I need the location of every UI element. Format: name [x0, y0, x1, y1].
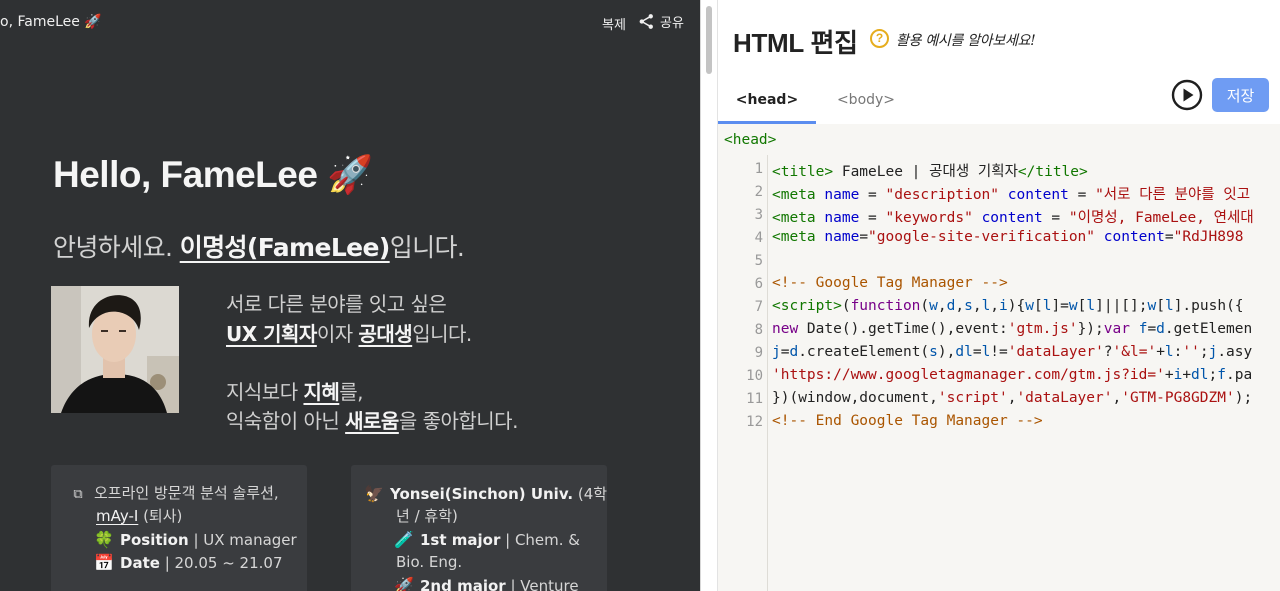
line-number-gutter: 1 2 3 4 5 6 7 8 9 10 11 12 [718, 155, 768, 591]
card-row: 년 / 휴학) [396, 507, 458, 525]
intro-wisdom: 지혜 [303, 380, 340, 404]
major2-value: | Venture [505, 577, 579, 591]
rocket-icon: 🚀 [394, 576, 414, 591]
code-line-1: <title> FameLee | 공대생 기획자</title> [772, 164, 1088, 180]
code-line-4: <meta name="google-site-verification" co… [772, 229, 1244, 245]
line-number: 5 [754, 253, 763, 269]
code-line-8: new Date().getTime(),event:'gtm.js'});va… [772, 321, 1253, 337]
card-row: ⧉ 오프라인 방문객 분석 솔루션, [68, 482, 279, 506]
test-tube-icon: 🧪 [394, 530, 414, 549]
line-number: 7 [754, 299, 763, 315]
code-line-7: <script>(function(w,d,s,l,i){w[l]=w[l]||… [772, 298, 1244, 314]
line-number: 3 [754, 207, 763, 223]
profile-photo [51, 286, 179, 413]
share-label: 공유 [660, 16, 684, 31]
share-icon [639, 14, 653, 29]
line-number: 4 [754, 230, 763, 246]
eagle-icon: 🦅 [364, 484, 384, 503]
card-row: 🚀 2nd major | Venture [394, 574, 579, 591]
major1-value: | Chem. & [500, 531, 581, 549]
greeting: 안녕하세요. 이명성(FameLee)입니다. [53, 228, 465, 264]
intro-ux-planner: UX 기획자 [226, 322, 317, 346]
card-row: Bio. Eng. [396, 553, 463, 571]
intro-text: 을 좋아합니다. [398, 409, 519, 433]
line-number: 8 [754, 322, 763, 338]
intro-text: 익숙함이 아닌 [226, 409, 346, 433]
greeting-prefix: 안녕하세요. [53, 233, 180, 262]
app-root: o, FameLee 🚀 복제 공유 Hello, FameLee 🚀 안녕하세… [0, 0, 1280, 591]
help-icon[interactable]: ? [870, 29, 889, 48]
intro-text: 를, [339, 380, 364, 404]
career-card: ⧉ 오프라인 방문객 분석 솔루션, mAy-I (퇴사) 🍀 Position |… [51, 465, 307, 591]
code-editor[interactable]: <head> 1 2 3 4 5 6 7 8 9 10 11 12 <title… [718, 124, 1280, 591]
line-number: 11 [746, 391, 763, 407]
line-number: 12 [746, 414, 763, 430]
scrollbar-thumb[interactable] [706, 6, 712, 74]
intro-line-2: UX 기획자이자 공대생입니다. [226, 318, 472, 347]
major1-label: 1st major [420, 531, 501, 549]
card-row: 📅 Date | 20.05 ~ 21.07 [94, 551, 283, 575]
tab-head[interactable]: <head> [718, 82, 816, 124]
preview-topbar: o, FameLee 🚀 복제 공유 [0, 0, 700, 46]
code-line-10: 'https://www.googletagmanager.com/gtm.js… [772, 367, 1253, 383]
line-number: 1 [754, 161, 763, 177]
intro-engineering-student: 공대생 [358, 322, 413, 346]
card-row: 🍀 Position | UX manager [94, 528, 297, 552]
major2-label: 2nd major [420, 577, 506, 591]
code-head-tag: <head> [724, 132, 777, 148]
date-value: | 20.05 ~ 21.07 [159, 554, 283, 572]
play-icon[interactable] [1171, 79, 1203, 111]
code-line-11: })(window,document,'script','dataLayer',… [772, 390, 1253, 406]
hero-title: Hello, FameLee 🚀 [53, 154, 373, 195]
intro-line-3: 지식보다 지혜를, [226, 376, 364, 405]
code-line-2: <meta name = "description" content = "서로… [772, 187, 1251, 203]
copy-squares-icon: ⧉ [73, 487, 83, 502]
intro-line-4: 익숙함이 아닌 새로움을 좋아합니다. [226, 405, 518, 434]
preview-scrollbar[interactable] [700, 0, 718, 591]
school-name: Yonsei(Sinchon) Univ. [390, 485, 574, 503]
company-link[interactable]: mAy-I [96, 507, 138, 525]
code-line-12: <!-- End Google Tag Manager --> [772, 413, 1043, 429]
card-row: 🦅 Yonsei(Sinchon) Univ. (4학 [364, 482, 607, 506]
card-text: 오프라인 방문객 분석 솔루션, [94, 484, 279, 502]
editor-title: HTML 편집 [733, 28, 858, 58]
intro-text: 지식보다 [226, 380, 304, 404]
share-button[interactable]: 공유 [638, 12, 684, 31]
intro-line-1: 서로 다른 분야를 잇고 싶은 [226, 292, 447, 316]
line-number: 6 [754, 276, 763, 292]
intro-text: 입니다. [412, 322, 472, 346]
html-editor-panel: HTML 편집 ? 활용 예시를 알아보세요! <head> <body> 저장… [718, 0, 1280, 591]
education-card: 🦅 Yonsei(Sinchon) Univ. (4학 년 / 휴학) 🧪 1st … [351, 465, 607, 591]
intro-text: 이자 [316, 322, 359, 346]
page-preview: o, FameLee 🚀 복제 공유 Hello, FameLee 🚀 안녕하세… [0, 0, 700, 591]
card-text: (4학 [573, 485, 608, 503]
copy-button[interactable]: 복제 [602, 14, 626, 33]
greeting-name: 이명성(FameLee) [179, 233, 391, 262]
save-button[interactable]: 저장 [1212, 78, 1269, 112]
card-row: mAy-I (퇴사) [96, 505, 182, 528]
code-line-6: <!-- Google Tag Manager --> [772, 275, 1008, 291]
clover-icon: 🍀 [94, 530, 114, 549]
card-row: 🧪 1st major | Chem. & [394, 528, 581, 552]
position-label: Position [120, 531, 189, 549]
calendar-icon: 📅 [94, 553, 114, 572]
code-line-9: j=d.createElement(s),dl=l!='dataLayer'?'… [772, 344, 1253, 360]
tab-body[interactable]: <body> [816, 82, 916, 124]
editor-hint[interactable]: 활용 예시를 알아보세요! [896, 30, 1036, 50]
date-label: Date [120, 554, 160, 572]
line-number: 10 [746, 368, 763, 384]
intro-novelty: 새로움 [345, 409, 399, 433]
preview-tab-title: o, FameLee 🚀 [0, 14, 102, 30]
line-number: 2 [754, 184, 763, 200]
position-value: | UX manager [188, 531, 297, 549]
greeting-suffix: 입니다. [389, 233, 465, 262]
card-text: (퇴사) [138, 507, 183, 525]
code-line-3: <meta name = "keywords" content = "이명성, … [772, 210, 1254, 226]
line-number: 9 [754, 345, 763, 361]
